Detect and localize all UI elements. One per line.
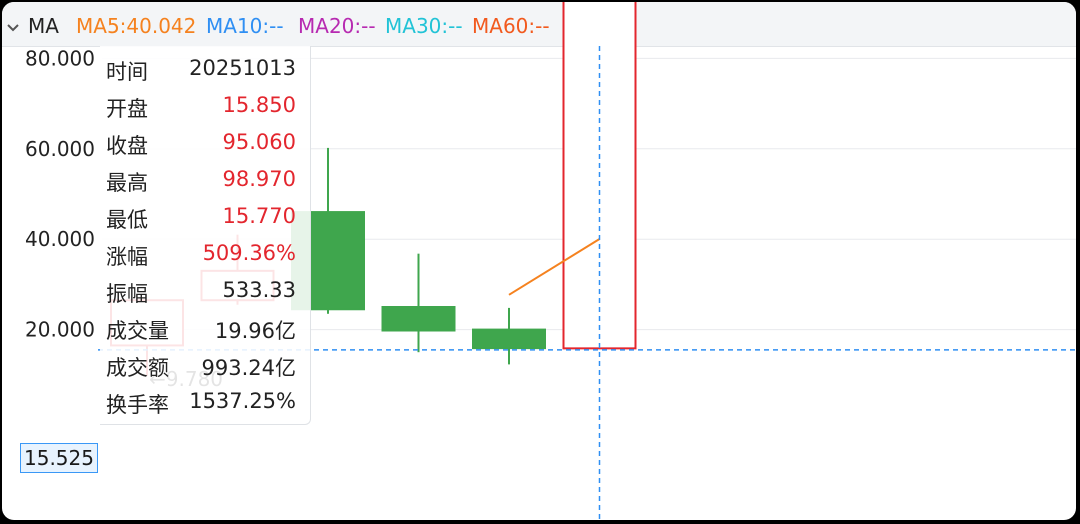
tooltip-row: 换手率 1537.25% xyxy=(106,389,296,417)
tooltip-row: 振幅 533.33 xyxy=(106,278,296,306)
tooltip-row: 最低 15.770 xyxy=(106,204,296,232)
candle-body xyxy=(472,328,546,350)
tooltip-row: 最高 98.970 xyxy=(106,167,296,195)
crosshair-price-label: 15.525 xyxy=(20,443,98,473)
ohlc-tooltip: 时间 20251013 开盘 15.850 收盘 95.060 最高 98.970 最低… xyxy=(100,46,311,425)
tooltip-row: 成交量 19.96亿 xyxy=(106,319,296,343)
candle-body xyxy=(381,306,456,332)
y-tick-label: 60.000 xyxy=(25,137,95,161)
y-tick-label: 20.000 xyxy=(25,318,95,342)
chart-panel: MA MA5:40.042 MA10:-- MA20:-- MA30:-- MA… xyxy=(2,2,1076,520)
tooltip-row: 开盘 15.850 xyxy=(106,93,296,121)
tooltip-row: 成交额 993.24亿 xyxy=(106,356,296,380)
tooltip-row: 收盘 95.060 xyxy=(106,130,296,158)
y-tick-label: 40.000 xyxy=(25,227,95,251)
tooltip-row: 时间 20251013 xyxy=(106,56,296,84)
y-tick-label: 80.000 xyxy=(25,46,95,70)
tooltip-row: 涨幅 509.36% xyxy=(106,241,296,269)
